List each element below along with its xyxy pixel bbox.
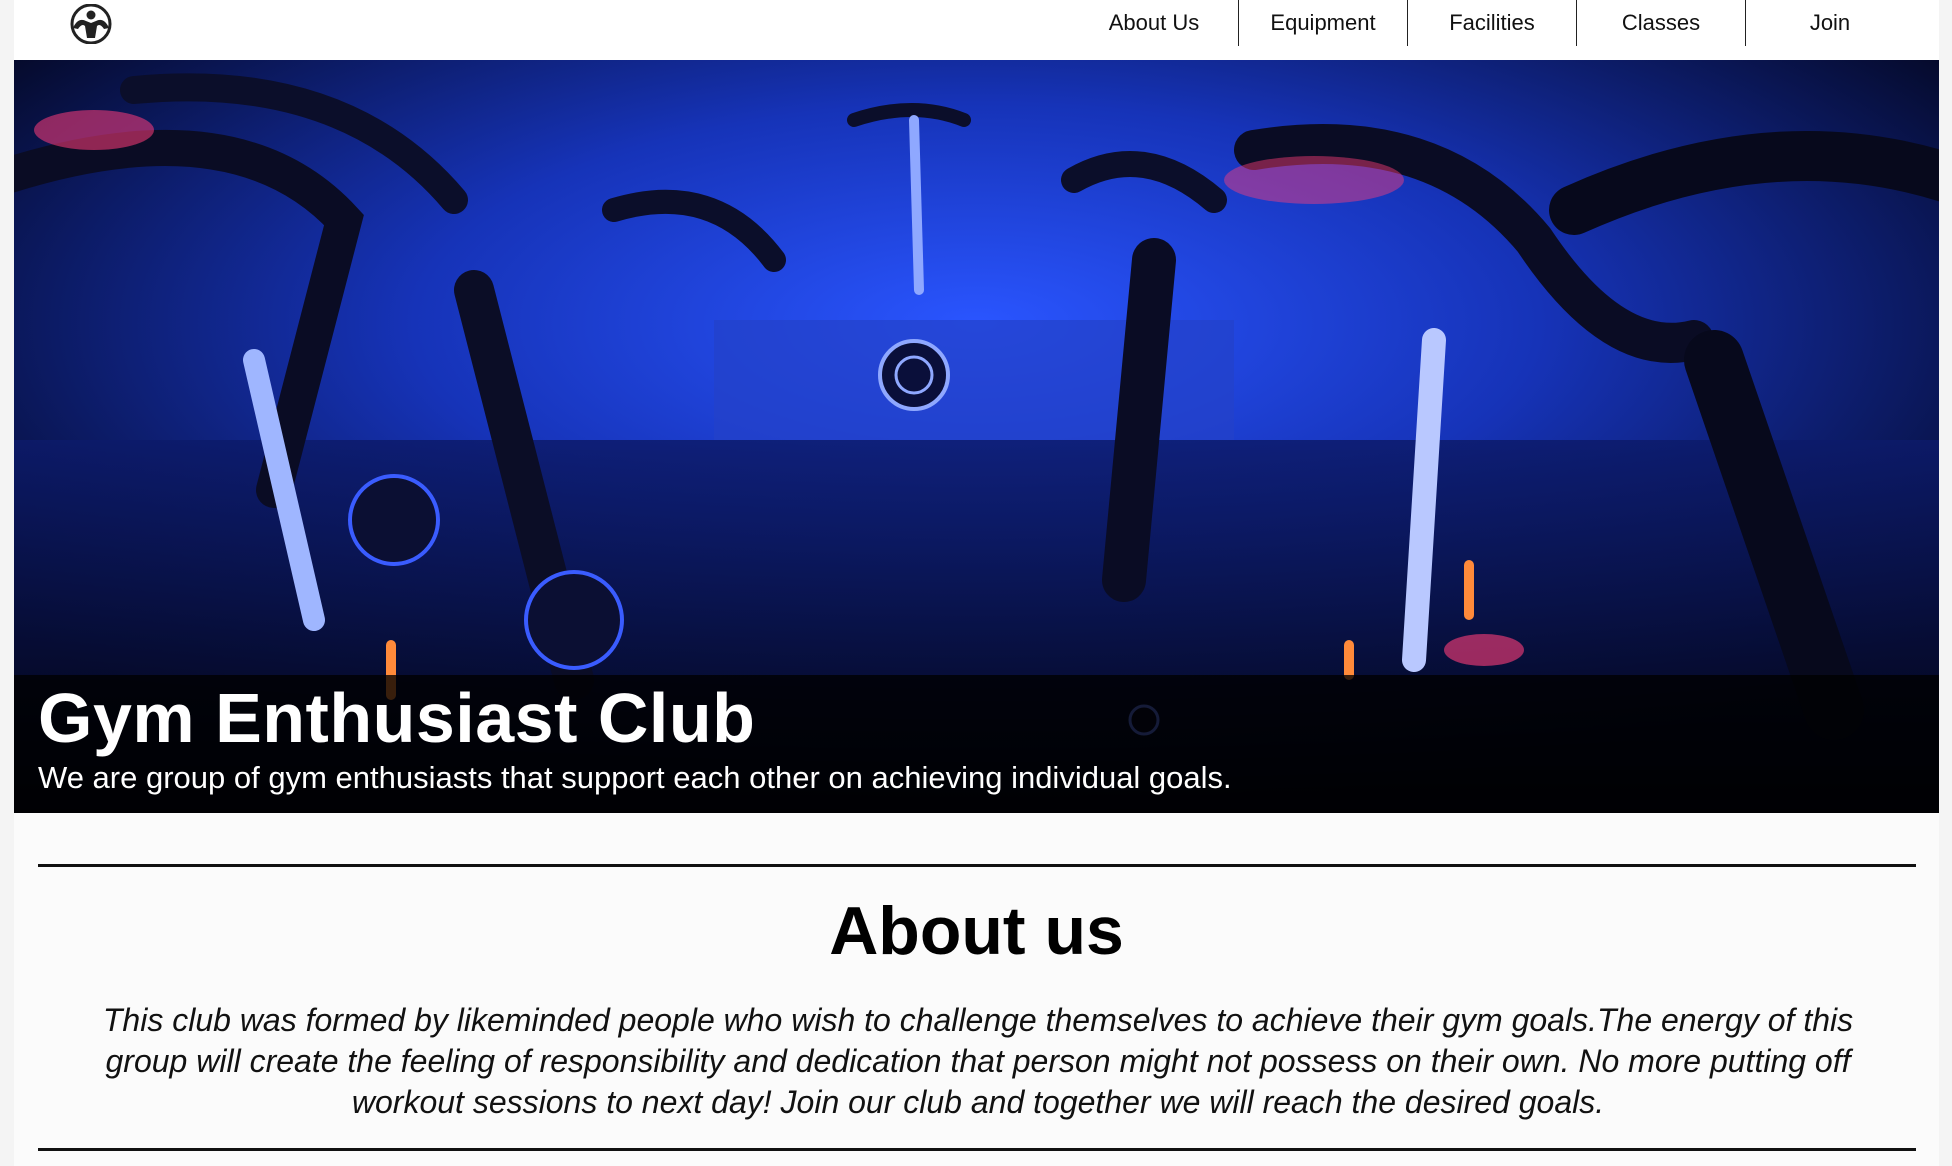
nav-link-facilities[interactable]: Facilities: [1407, 0, 1576, 46]
nav-link-equipment[interactable]: Equipment: [1238, 0, 1407, 46]
section-divider-top: [38, 864, 1916, 867]
section-divider-bottom: [38, 1148, 1916, 1151]
top-nav: About Us Equipment Facilities Classes Jo…: [14, 0, 1939, 60]
hero-subtitle: We are group of gym enthusiasts that sup…: [38, 760, 1232, 795]
hero-title: Gym Enthusiast Club: [38, 679, 756, 757]
main-menu: About Us Equipment Facilities Classes Jo…: [1070, 0, 1914, 48]
bodybuilder-logo-icon[interactable]: [64, 3, 118, 45]
page: About Us Equipment Facilities Classes Jo…: [14, 0, 1939, 1166]
nav-link-classes[interactable]: Classes: [1576, 0, 1745, 46]
about-text: This club was formed by likeminded peopl…: [102, 1002, 1854, 1120]
nav-link-about-us[interactable]: About Us: [1070, 0, 1238, 46]
hero-banner: Gym Enthusiast Club We are group of gym …: [14, 60, 1939, 813]
about-heading: About us: [829, 893, 1124, 969]
nav-link-join[interactable]: Join: [1745, 0, 1914, 46]
